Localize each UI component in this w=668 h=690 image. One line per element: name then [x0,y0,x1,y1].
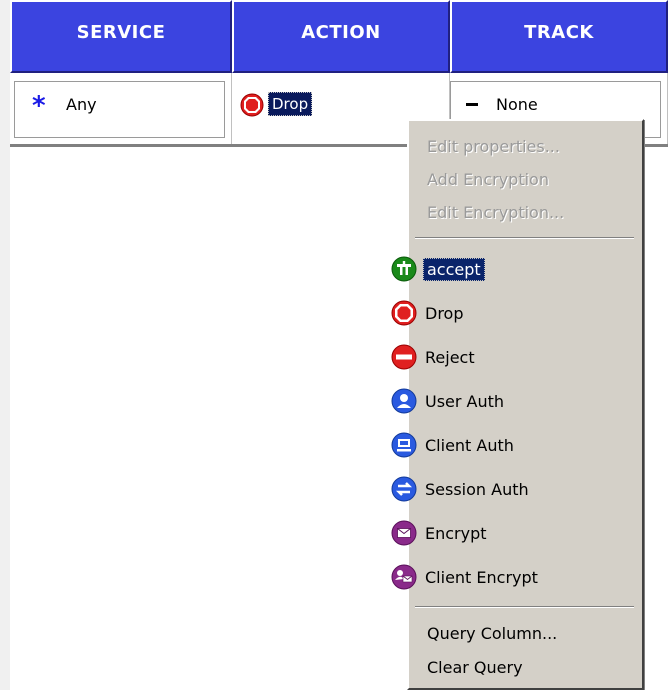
menu-separator [415,237,634,239]
action-value: Drop [268,92,313,116]
accept-icon [391,256,417,282]
encrypt-icon [391,520,417,546]
menu-item-drop[interactable]: Drop [391,296,642,330]
column-header-track[interactable]: TRACK [450,0,668,73]
menu-item-label: Drop [425,303,464,323]
menu-item-label: Edit Encryption... [427,202,565,222]
context-menu: Edit properties... Add Encryption Edit E… [391,119,644,690]
menu-item-label: Clear Query [427,657,523,677]
menu-item-add-encryption[interactable]: Add Encryption [409,162,642,196]
menu-item-label: Add Encryption [427,169,549,189]
menu-item-user-auth[interactable]: User Auth [391,384,642,418]
menu-item-query-column[interactable]: Query Column... [409,616,642,650]
drop-icon [391,300,417,326]
menu-item-accept[interactable]: accept [391,252,642,286]
menu-item-session-auth[interactable]: Session Auth [391,472,642,506]
menu-item-client-encrypt[interactable]: Client Encrypt [391,560,642,594]
menu-item-encrypt[interactable]: Encrypt [391,516,642,550]
menu-separator [415,606,634,608]
user-auth-icon [391,388,417,414]
none-dash-icon [466,103,478,106]
menu-item-label: Client Encrypt [425,567,538,587]
menu-item-label: Query Column... [427,623,558,643]
session-auth-icon [391,476,417,502]
left-edge [0,0,10,690]
menu-item-label: Reject [425,347,475,367]
menu-item-clear-query[interactable]: Clear Query [409,650,642,684]
drop-icon [240,93,264,117]
service-value: Any [66,95,97,114]
table-header: SERVICE ACTION TRACK [10,0,668,73]
menu-item-edit-encryption[interactable]: Edit Encryption... [409,195,642,229]
menu-item-label: User Auth [425,391,505,411]
menu-item-label: Edit properties... [427,136,560,156]
menu-item-label: Encrypt [425,523,487,543]
column-header-service[interactable]: SERVICE [10,0,232,73]
menu-item-edit-properties[interactable]: Edit properties... [409,129,642,163]
rule-table-window: SERVICE ACTION TRACK * Any Drop None Edi… [0,0,668,690]
column-header-action[interactable]: ACTION [232,0,450,73]
cell-service[interactable]: * Any [10,73,232,144]
asterisk-any-icon: * [32,91,46,121]
reject-icon [391,344,417,370]
track-value: None [496,95,538,114]
menu-item-reject[interactable]: Reject [391,340,642,374]
menu-item-client-auth[interactable]: Client Auth [391,428,642,462]
menu-item-label: accept [423,257,485,281]
menu-item-label: Session Auth [425,479,529,499]
client-encrypt-icon [391,564,417,590]
menu-item-label: Client Auth [425,435,514,455]
client-auth-icon [391,432,417,458]
